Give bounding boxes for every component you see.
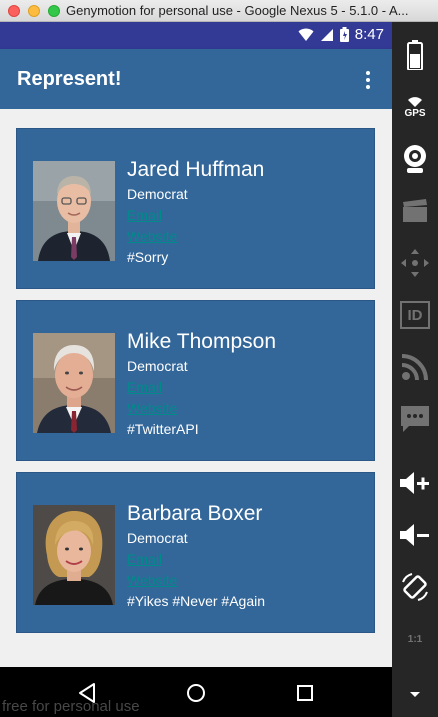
overflow-menu-icon[interactable] <box>360 69 376 91</box>
cell-signal-icon <box>320 28 333 41</box>
screencast-widget-button[interactable] <box>398 194 432 228</box>
volume-up-icon <box>400 472 429 494</box>
scale-label: 1:1 <box>407 633 423 645</box>
status-time: 8:47 <box>354 26 384 43</box>
website-link[interactable]: Website <box>127 226 264 247</box>
dpad-widget-button[interactable] <box>398 246 432 280</box>
rotate-button[interactable] <box>398 570 432 604</box>
rss-icon <box>401 354 428 381</box>
id-icon: ID <box>400 301 430 329</box>
network-widget-button[interactable] <box>398 350 432 384</box>
email-link[interactable]: Email <box>127 377 276 398</box>
volume-down-icon <box>400 524 429 546</box>
battery-icon <box>339 27 349 42</box>
representative-info: Jared Huffman Democrat Email Website #So… <box>127 157 264 268</box>
status-bar: 8:47 <box>0 22 392 49</box>
maximize-window-button[interactable] <box>48 5 60 17</box>
representative-card[interactable]: Jared Huffman Democrat Email Website #So… <box>16 128 375 289</box>
status-icons: 8:47 <box>298 26 384 43</box>
website-link[interactable]: Website <box>127 398 276 419</box>
gps-signal-icon <box>408 96 422 107</box>
sms-widget-button[interactable] <box>398 402 432 436</box>
email-link[interactable]: Email <box>127 549 265 570</box>
representative-hashtags: #TwitterAPI <box>127 421 199 437</box>
representative-photo <box>33 161 115 261</box>
close-window-button[interactable] <box>8 5 20 17</box>
app-toolbar: Represent! <box>0 49 392 109</box>
chevron-down-icon <box>410 692 420 697</box>
representative-party: Democrat <box>127 358 188 374</box>
watermark-text: free for personal use <box>2 698 140 715</box>
volume-down-button[interactable] <box>398 518 432 552</box>
representative-name: Jared Huffman <box>127 158 265 181</box>
app-title: Represent! <box>17 68 122 90</box>
dpad-icon <box>401 249 429 277</box>
window-title: Genymotion for personal use - Google Nex… <box>66 3 409 18</box>
representative-info: Barbara Boxer Democrat Email Website #Yi… <box>127 501 265 612</box>
website-link[interactable]: Website <box>127 570 265 591</box>
battery-widget-icon <box>407 40 423 70</box>
emulator-window: Genymotion for personal use - Google Nex… <box>0 0 438 717</box>
volume-up-button[interactable] <box>398 466 432 500</box>
minimize-window-button[interactable] <box>28 5 40 17</box>
representative-card[interactable]: Mike Thompson Democrat Email Website #Tw… <box>16 300 375 461</box>
message-icon <box>401 406 429 432</box>
email-link[interactable]: Email <box>127 205 264 226</box>
id-label: ID <box>407 306 423 324</box>
home-icon[interactable] <box>184 681 208 705</box>
representative-hashtags: #Yikes #Never #Again <box>127 593 266 609</box>
gps-widget-button[interactable]: GPS <box>398 90 432 124</box>
device-id-widget-button[interactable]: ID <box>398 298 432 332</box>
representative-card[interactable]: Barbara Boxer Democrat Email Website #Yi… <box>16 472 375 633</box>
window-titlebar: Genymotion for personal use - Google Nex… <box>0 0 438 22</box>
side-panel-more-button[interactable] <box>398 682 432 708</box>
representative-party: Democrat <box>127 186 188 202</box>
representative-photo <box>33 333 115 433</box>
representative-hashtags: #Sorry <box>127 249 169 265</box>
wifi-icon <box>298 28 314 41</box>
gps-label: GPS <box>404 107 426 119</box>
recent-apps-icon[interactable] <box>293 681 317 705</box>
webcam-widget-button[interactable] <box>398 142 432 176</box>
representative-photo <box>33 505 115 605</box>
battery-widget-button[interactable] <box>398 38 432 72</box>
representative-name: Mike Thompson <box>127 330 277 353</box>
clapperboard-icon <box>403 199 427 222</box>
representatives-list[interactable]: Jared Huffman Democrat Email Website #So… <box>0 109 392 667</box>
representative-party: Democrat <box>127 530 188 546</box>
webcam-icon <box>404 145 426 173</box>
genymotion-side-panel: GPS ID 1:1 <box>392 22 438 717</box>
representative-info: Mike Thompson Democrat Email Website #Tw… <box>127 329 276 440</box>
rotate-icon <box>402 573 428 601</box>
pixel-perfect-button[interactable]: 1:1 <box>398 622 432 656</box>
representative-name: Barbara Boxer <box>127 502 263 525</box>
